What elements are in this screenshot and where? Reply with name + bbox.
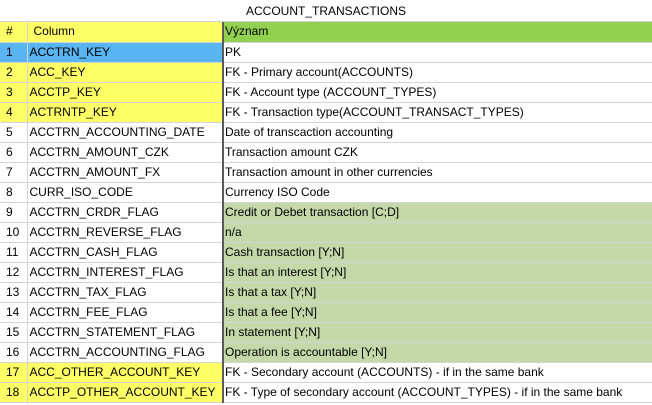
row-number-cell[interactable]: 18	[0, 382, 28, 403]
column-name-cell[interactable]: ACC_OTHER_ACCOUNT_KEY	[27, 362, 224, 383]
column-name-cell[interactable]: ACCTRN_AMOUNT_FX	[27, 162, 224, 183]
column-name-cell[interactable]: ACCTRN_ACCOUNTING_FLAG	[27, 342, 224, 363]
meaning-cell[interactable]: Cash transaction [Y;N]	[223, 242, 652, 263]
meaning-cell[interactable]: n/a	[223, 222, 652, 243]
row-number-cell[interactable]: 1	[0, 42, 28, 63]
table-row: 12 ACCTRN_INTEREST_FLAG Is that an interes…	[0, 262, 652, 283]
column-name-cell[interactable]: ACCTRN_AMOUNT_CZK	[27, 142, 224, 163]
meaning-cell[interactable]: In statement [Y;N]	[223, 322, 652, 343]
column-name-cell[interactable]: CURR_ISO_CODE	[27, 182, 224, 203]
column-name-cell[interactable]: ACTRNTP_KEY	[27, 102, 224, 123]
column-name-cell[interactable]: ACCTRN_TAX_FLAG	[27, 282, 224, 303]
meaning-cell[interactable]: Is that a tax [Y;N]	[223, 282, 652, 303]
table-row: 11 ACCTRN_CASH_FLAG Cash transaction [Y;N]	[0, 242, 652, 263]
column-name-cell[interactable]: ACCTRN_REVERSE_FLAG	[27, 222, 224, 243]
row-number-cell[interactable]: 12	[0, 262, 28, 283]
column-name-cell[interactable]: ACCTRN_ACCOUNTING_DATE	[27, 122, 224, 143]
table-row: 18 ACCTP_OTHER_ACCOUNT_KEY FK - Type of se…	[0, 382, 652, 403]
table-title-cell[interactable]: ACCOUNT_TRANSACTIONS	[0, 0, 652, 22]
column-name-cell[interactable]: ACCTRN_INTEREST_FLAG	[27, 262, 224, 283]
row-number-cell[interactable]: 11	[0, 242, 28, 263]
table-row: 1 ACCTRN_KEY PK	[0, 42, 652, 63]
meaning-cell[interactable]: Transaction amount CZK	[223, 142, 652, 163]
row-number-cell[interactable]: 13	[0, 282, 28, 303]
row-number-cell[interactable]: 17	[0, 362, 28, 383]
meaning-cell[interactable]: FK - Transaction type(ACCOUNT_TRANSACT_T…	[223, 102, 652, 123]
column-name-cell[interactable]: ACCTP_KEY	[27, 82, 224, 103]
meaning-cell[interactable]: PK	[223, 42, 652, 63]
meaning-cell[interactable]: Currency ISO Code	[223, 182, 652, 203]
table-row: 16 ACCTRN_ACCOUNTING_FLAG Operation is acc…	[0, 342, 652, 363]
meaning-cell[interactable]: FK - Primary account(ACCOUNTS)	[223, 62, 652, 83]
row-number-cell[interactable]: 14	[0, 302, 28, 323]
meaning-cell[interactable]: Is that a fee [Y;N]	[223, 302, 652, 323]
row-number-cell[interactable]: 4	[0, 102, 28, 123]
meaning-cell[interactable]: Transaction amount in other currencies	[223, 162, 652, 183]
column-name-cell[interactable]: ACC_KEY	[27, 62, 224, 83]
table-row: 17 ACC_OTHER_ACCOUNT_KEY FK - Secondary ac…	[0, 362, 652, 383]
table-title: ACCOUNT_TRANSACTIONS	[245, 3, 406, 18]
table-row: 15 ACCTRN_STATEMENT_FLAG In statement [Y;N…	[0, 322, 652, 343]
meaning-cell[interactable]: Credit or Debet transaction [C;D]	[223, 202, 652, 223]
table-row: 6 ACCTRN_AMOUNT_CZK Transaction amount CZK	[0, 142, 652, 163]
row-number-cell[interactable]: 6	[0, 142, 28, 163]
header-row: # Column Význam	[0, 22, 652, 43]
header-column-cell[interactable]: Column	[27, 22, 224, 43]
table-row: 8 CURR_ISO_CODE Currency ISO Code	[0, 182, 652, 203]
meaning-cell[interactable]: Date of transcaction accounting	[223, 122, 652, 143]
column-name-cell[interactable]: ACCTRN_KEY	[27, 42, 224, 63]
meaning-cell[interactable]: FK - Account type (ACCOUNT_TYPES)	[223, 82, 652, 103]
row-number-cell[interactable]: 15	[0, 322, 28, 343]
column-name-cell[interactable]: ACCTRN_CASH_FLAG	[27, 242, 224, 263]
column-name-cell[interactable]: ACCTRN_FEE_FLAG	[27, 302, 224, 323]
table-row: 5 ACCTRN_ACCOUNTING_DATE Date of transcact…	[0, 122, 652, 143]
table-row: 3 ACCTP_KEY FK - Account type (ACCOUNT_TYP…	[0, 82, 652, 103]
row-number-cell[interactable]: 2	[0, 62, 28, 83]
row-number-cell[interactable]: 9	[0, 202, 28, 223]
table-row: 4 ACTRNTP_KEY FK - Transaction type(ACCOUN…	[0, 102, 652, 123]
data-grid: # Column Význam 1 ACCTRN_KEY PK 2 ACC_KEY FK …	[0, 22, 652, 403]
column-name-cell[interactable]: ACCTRN_CRDR_FLAG	[27, 202, 224, 223]
row-number-cell[interactable]: 5	[0, 122, 28, 143]
row-number-cell[interactable]: 7	[0, 162, 28, 183]
row-number-cell[interactable]: 8	[0, 182, 28, 203]
table-row: 2 ACC_KEY FK - Primary account(ACCOUNTS)	[0, 62, 652, 83]
column-name-cell[interactable]: ACCTRN_STATEMENT_FLAG	[27, 322, 224, 343]
spreadsheet: ACCOUNT_TRANSACTIONS # Column Význam 1 AC…	[0, 0, 652, 405]
meaning-cell[interactable]: Operation is accountable [Y;N]	[223, 342, 652, 363]
meaning-cell[interactable]: Is that an interest [Y;N]	[223, 262, 652, 283]
row-number-cell[interactable]: 10	[0, 222, 28, 243]
meaning-cell[interactable]: FK - Secondary account (ACCOUNTS) - if i…	[223, 362, 652, 383]
column-name-cell[interactable]: ACCTP_OTHER_ACCOUNT_KEY	[27, 382, 224, 403]
header-number-cell[interactable]: #	[0, 22, 28, 43]
row-number-cell[interactable]: 16	[0, 342, 28, 363]
table-row: 7 ACCTRN_AMOUNT_FX Transaction amount in o…	[0, 162, 652, 183]
table-row: 10 ACCTRN_REVERSE_FLAG n/a	[0, 222, 652, 243]
meaning-cell[interactable]: FK - Type of secondary account (ACCOUNT_…	[223, 382, 652, 403]
row-number-cell[interactable]: 3	[0, 82, 28, 103]
table-row: 9 ACCTRN_CRDR_FLAG Credit or Debet transac…	[0, 202, 652, 223]
table-row: 13 ACCTRN_TAX_FLAG Is that a tax [Y;N]	[0, 282, 652, 303]
header-meaning-cell[interactable]: Význam	[223, 22, 652, 43]
table-row: 14 ACCTRN_FEE_FLAG Is that a fee [Y;N]	[0, 302, 652, 323]
